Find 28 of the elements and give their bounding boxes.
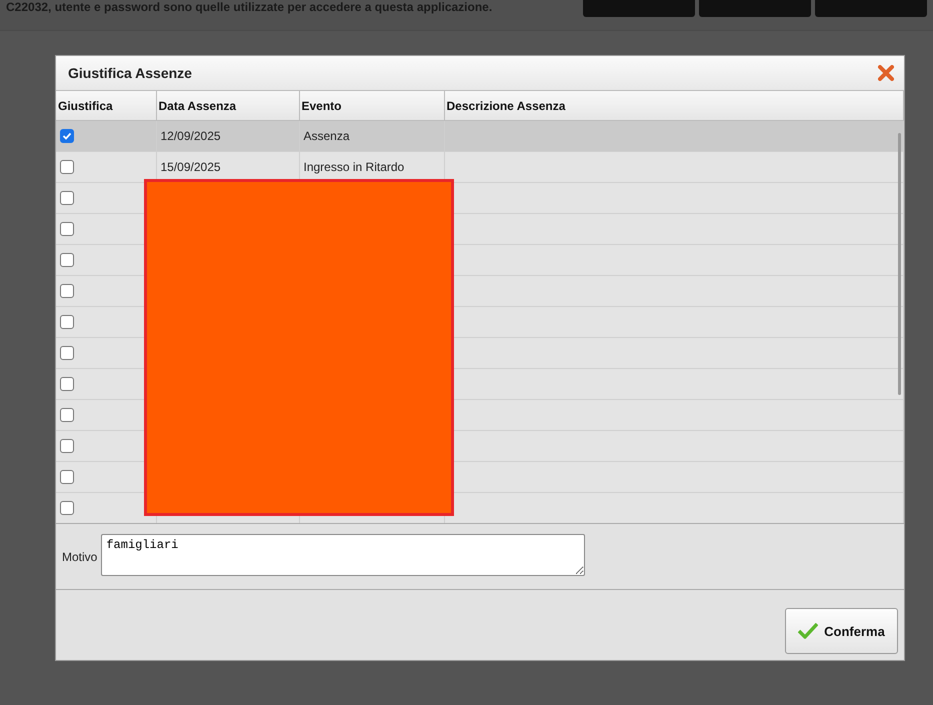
event-cell: Ingresso in Ritardo bbox=[304, 160, 404, 174]
checkbox[interactable] bbox=[60, 253, 74, 268]
checkbox[interactable] bbox=[60, 315, 74, 330]
checkbox[interactable] bbox=[60, 439, 74, 454]
close-button[interactable] bbox=[878, 65, 894, 81]
checkbox[interactable] bbox=[60, 470, 74, 484]
column-header[interactable]: Data Assenza bbox=[156, 91, 299, 120]
column-header[interactable]: Descrizione Assenza bbox=[444, 91, 904, 120]
checkbox[interactable] bbox=[60, 222, 74, 236]
column-header[interactable]: Evento bbox=[299, 91, 444, 120]
scrollbar[interactable] bbox=[898, 133, 901, 395]
date-cell: 12/09/2025 bbox=[160, 129, 221, 143]
date-cell: 15/09/2025 bbox=[160, 160, 221, 174]
checkbox[interactable] bbox=[60, 160, 74, 174]
checkbox[interactable] bbox=[60, 501, 74, 516]
dialog-title: Giustifica Assenze bbox=[68, 65, 192, 81]
column-header[interactable]: Giustifica bbox=[56, 91, 156, 120]
confirm-button[interactable]: Conferma bbox=[785, 608, 898, 654]
motivo-label: Motivo bbox=[62, 550, 98, 564]
checkbox[interactable] bbox=[60, 129, 74, 144]
checkbox[interactable] bbox=[60, 408, 74, 422]
event-cell: Assenza bbox=[304, 129, 350, 143]
checkbox[interactable] bbox=[60, 284, 74, 298]
checkbox[interactable] bbox=[60, 377, 74, 392]
checkbox[interactable] bbox=[60, 346, 74, 360]
motivo-field[interactable]: famigliari bbox=[101, 534, 586, 576]
check-icon bbox=[798, 623, 818, 639]
checkbox[interactable] bbox=[60, 191, 74, 206]
